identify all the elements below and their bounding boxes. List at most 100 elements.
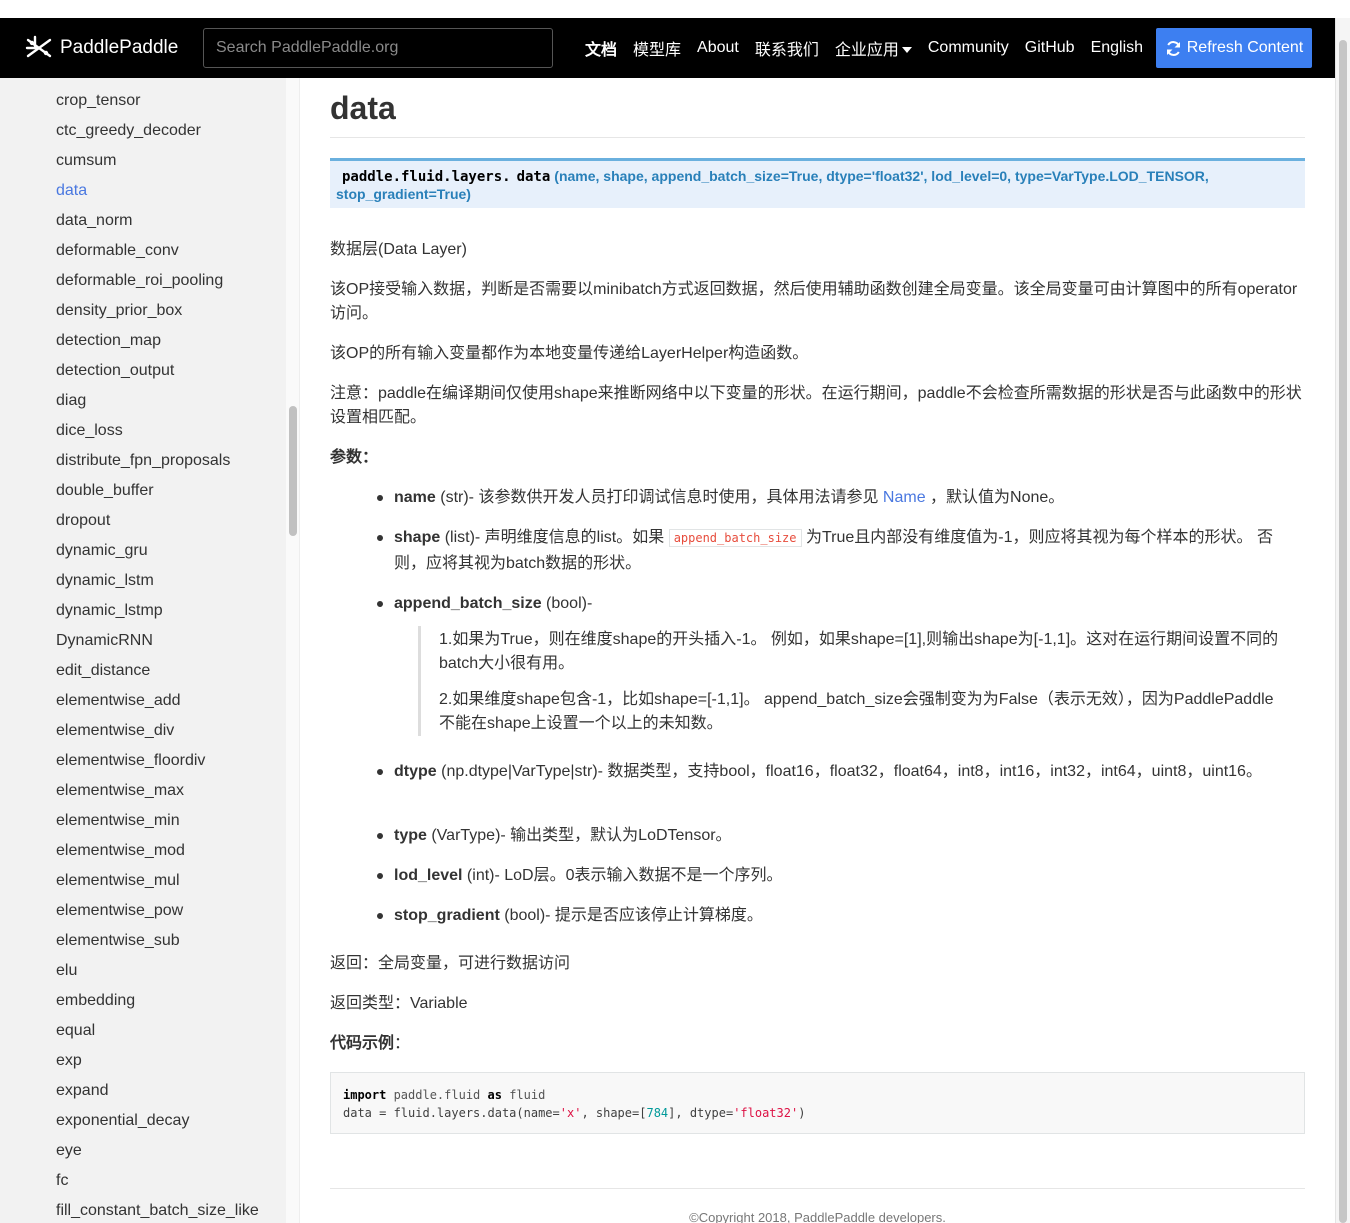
sidebar-item-cumsum[interactable]: cumsum: [56, 152, 116, 170]
sidebar-item-elementwise-mul[interactable]: elementwise_mul: [56, 872, 180, 890]
returns: 返回：全局变量，可进行数据访问: [330, 955, 571, 972]
param-desc: (np.dtype|VarType|str)- 数据类型，支持bool，floa…: [436, 763, 1262, 780]
param-desc: (bool)-: [541, 595, 593, 612]
sidebar-item-exp[interactable]: exp: [56, 1052, 82, 1070]
blockquote: 1.如果为True，则在维度shape的开头插入-1。 例如，如果shape=[…: [418, 626, 1298, 736]
example-label: 代码示例: [330, 1035, 395, 1052]
param-term: lod_level: [394, 867, 463, 884]
quote-item-1: 1.如果为True，则在维度shape的开头插入-1。 例如，如果shape=[…: [439, 631, 1279, 672]
nav-english[interactable]: English: [1083, 39, 1151, 57]
brand[interactable]: PaddlePaddle: [24, 34, 184, 62]
sidebar-item-ctc-greedy-decoder[interactable]: ctc_greedy_decoder: [56, 122, 201, 140]
sidebar-item-distribute-fpn-proposals[interactable]: distribute_fpn_proposals: [56, 452, 230, 470]
top-strip: [0, 0, 1350, 18]
sidebar-item-crop-tensor[interactable]: crop_tensor: [56, 92, 141, 110]
param-desc-tail: ，默认值为None。: [925, 489, 1065, 506]
sidebar-item-deformable-conv[interactable]: deformable_conv: [56, 242, 179, 260]
nav-models[interactable]: 模型库: [625, 36, 689, 60]
sidebar-item-elementwise-floordiv[interactable]: elementwise_floordiv: [56, 752, 205, 770]
nav-docs[interactable]: 文档: [577, 36, 625, 60]
sidebar-item-elementwise-pow[interactable]: elementwise_pow: [56, 902, 183, 920]
sidebar-item-density-prior-box[interactable]: density_prior_box: [56, 302, 182, 320]
param-term: name: [394, 489, 436, 506]
nav-community[interactable]: Community: [920, 39, 1017, 57]
paddle-logo-icon: [25, 35, 52, 58]
sidebar-item-eye[interactable]: eye: [56, 1142, 82, 1160]
code-string: 'x': [559, 1106, 582, 1120]
sidebar-item-double-buffer[interactable]: double_buffer: [56, 482, 154, 500]
name-link[interactable]: Name: [883, 489, 926, 506]
title-divider: [330, 137, 1305, 138]
sidebar-item-data-norm[interactable]: data_norm: [56, 212, 133, 230]
nav-enterprise-dropdown[interactable]: 企业应用: [827, 36, 920, 60]
sidebar-item-dynamic-lstm[interactable]: dynamic_lstm: [56, 572, 154, 590]
code-example[interactable]: import paddle.fluid as fluid data = flui…: [330, 1072, 1305, 1134]
code-line-2: data = fluid.layers.data(name='x', shape…: [343, 1104, 1292, 1122]
page-title: data: [330, 90, 396, 126]
code-keyword: import: [343, 1088, 387, 1102]
footer-divider: [330, 1188, 1305, 1189]
sidebar-item-elu[interactable]: elu: [56, 962, 77, 980]
code-text: ], dtype=: [668, 1106, 734, 1120]
code-line-1: import paddle.fluid as fluid: [343, 1086, 1292, 1104]
navbar: PaddlePaddle 文档 模型库 About 联系我们 企业应用 Comm…: [0, 18, 1335, 78]
params-heading: 参数：: [330, 449, 379, 466]
sidebar-scrollbar[interactable]: [286, 78, 300, 1223]
param-term: stop_gradient: [394, 907, 500, 924]
param-name: name (str)- 该参数供开发人员打印调试信息时使用，具体用法请参见 Na…: [377, 485, 1294, 511]
nav-contact[interactable]: 联系我们: [747, 36, 827, 60]
sidebar-item-dynamicrnn[interactable]: DynamicRNN: [56, 632, 153, 650]
param-term: shape: [394, 529, 441, 546]
param-desc: (VarType)- 输出类型，默认为LoDTensor。: [426, 827, 732, 844]
param-desc: (str)- 该参数供开发人员打印调试信息时使用，具体用法请参见: [435, 489, 883, 506]
sidebar-item-dropout[interactable]: dropout: [56, 512, 110, 530]
sidebar-item-equal[interactable]: equal: [56, 1022, 95, 1040]
sidebar-item-dynamic-gru[interactable]: dynamic_gru: [56, 542, 148, 560]
sidebar-item-data[interactable]: data: [56, 182, 87, 200]
nav-enterprise-label: 企业应用: [834, 42, 899, 59]
param-stop-gradient: stop_gradient (bool)- 提示是否应该停止计算梯度。: [377, 903, 1294, 929]
sidebar-item-embedding[interactable]: embedding: [56, 992, 135, 1010]
sidebar-item-deformable-roi-pooling[interactable]: deformable_roi_pooling: [56, 272, 223, 290]
nav-github[interactable]: GitHub: [1017, 39, 1083, 57]
code-module: paddle.fluid: [386, 1088, 488, 1102]
code-string: 'float32': [733, 1106, 799, 1120]
sidebar-item-elementwise-mod[interactable]: elementwise_mod: [56, 842, 185, 860]
nav-about[interactable]: About: [689, 39, 747, 57]
paragraph-data-layer: 数据层(Data Layer): [330, 241, 467, 258]
sidebar-item-elementwise-div[interactable]: elementwise_div: [56, 722, 174, 740]
chevron-down-icon: [901, 47, 912, 53]
sidebar-item-fc[interactable]: fc: [56, 1172, 68, 1190]
sidebar-scroll-thumb[interactable]: [289, 406, 297, 536]
sidebar-item-dynamic-lstmp[interactable]: dynamic_lstmp: [56, 602, 163, 620]
refresh-content-button[interactable]: Refresh Content: [1156, 28, 1312, 68]
sidebar-item-exponential-decay[interactable]: exponential_decay: [56, 1112, 189, 1130]
sidebar-item-detection-map[interactable]: detection_map: [56, 332, 161, 350]
return-type: 返回类型：Variable: [330, 995, 468, 1012]
sidebar-item-detection-output[interactable]: detection_output: [56, 362, 174, 380]
page-scrollbar[interactable]: [1335, 18, 1350, 1223]
sidebar: crop_tensor ctc_greedy_decodercumsum data d…: [0, 78, 286, 1223]
sidebar-item-fill-constant-batch-size-like[interactable]: fill_constant_batch_size_like: [56, 1202, 259, 1220]
brand-name: PaddlePaddle: [60, 37, 179, 58]
sidebar-item-elementwise-max[interactable]: elementwise_max: [56, 782, 184, 800]
param-append-batch-size: append_batch_size (bool)-: [377, 591, 1294, 617]
page-scroll-thumb[interactable]: [1339, 40, 1347, 1223]
code-text: ): [798, 1106, 806, 1120]
sidebar-item-dice-loss[interactable]: dice_loss: [56, 422, 123, 440]
signature-params: (name, shape, append_batch_size=True, dt…: [554, 168, 1209, 184]
code-number: 784: [646, 1106, 669, 1120]
sidebar-item-elementwise-min[interactable]: elementwise_min: [56, 812, 180, 830]
signature-name: data: [516, 169, 551, 185]
sidebar-item-elementwise-add[interactable]: elementwise_add: [56, 692, 181, 710]
sidebar-item-elementwise-sub[interactable]: elementwise_sub: [56, 932, 180, 950]
sidebar-item-edit-distance[interactable]: edit_distance: [56, 662, 150, 680]
example-colon: ：: [394, 1035, 411, 1052]
sidebar-item-diag[interactable]: diag: [56, 392, 86, 410]
param-term: dtype: [394, 763, 437, 780]
search-input[interactable]: [203, 28, 553, 68]
param-dtype: dtype (np.dtype|VarType|str)- 数据类型，支持boo…: [377, 759, 1294, 785]
code-text: data = fluid.layers.data(name=: [343, 1106, 560, 1120]
sidebar-item-expand[interactable]: expand: [56, 1082, 109, 1100]
signature-params-cont: stop_gradient=True): [336, 186, 471, 202]
